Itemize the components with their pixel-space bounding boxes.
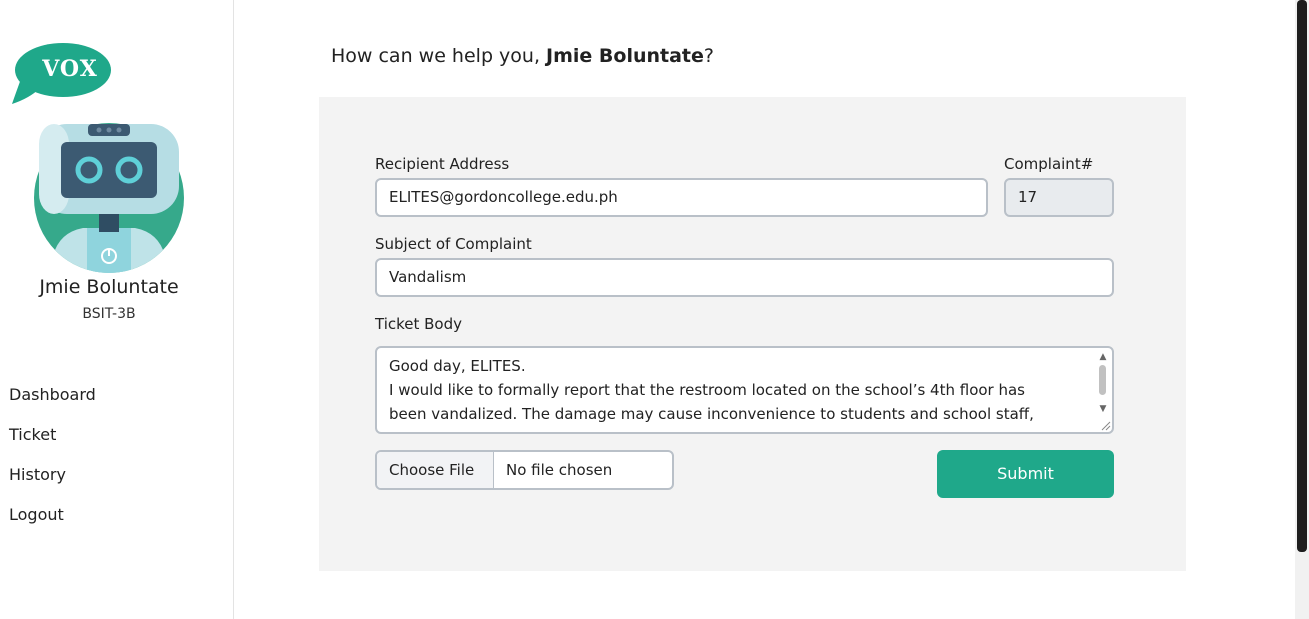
subject-label: Subject of Complaint: [375, 235, 532, 253]
greeting-suffix: ?: [703, 45, 714, 67]
recipient-label: Recipient Address: [375, 155, 510, 173]
greeting-prefix: How can we help you,: [331, 45, 547, 67]
ticket-body-line: I would like to formally report that the…: [389, 381, 1025, 399]
textarea-scroll-thumb[interactable]: [1099, 365, 1106, 395]
ticket-body-line: Good day, ELITES.: [389, 357, 526, 375]
ticket-body-label: Ticket Body: [375, 315, 463, 333]
app-root: VOX Jmie Boluntate BSIT-3B Dashboard Tic…: [0, 0, 1309, 619]
sidebar: VOX Jmie Boluntate BSIT-3B Dashboard Tic…: [0, 0, 234, 619]
complaint-form: Recipient Address ELITES@gordoncollege.e…: [319, 97, 1186, 571]
sidebar-nav: Dashboard Ticket History Logout: [9, 384, 96, 544]
sidebar-item-ticket[interactable]: Ticket: [9, 424, 96, 464]
subject-input[interactable]: Vandalism: [375, 258, 1114, 297]
page-scroll-thumb[interactable]: [1297, 0, 1307, 552]
resize-grip-icon[interactable]: [1099, 419, 1111, 431]
vox-logo[interactable]: VOX: [10, 42, 114, 106]
ticket-body-textarea[interactable]: Good day, ELITES. I would like to formal…: [375, 346, 1114, 434]
page-greeting: How can we help you, Jmie Boluntate?: [331, 45, 714, 67]
user-section: BSIT-3B: [82, 306, 136, 322]
page-scrollbar[interactable]: [1295, 0, 1309, 619]
sidebar-item-dashboard[interactable]: Dashboard: [9, 384, 96, 424]
choose-file-button[interactable]: Choose File: [377, 452, 494, 488]
avatar: [33, 122, 185, 274]
complaint-number-label: Complaint#: [1004, 155, 1094, 173]
file-upload[interactable]: Choose File No file chosen: [375, 450, 674, 490]
sidebar-item-logout[interactable]: Logout: [9, 504, 96, 544]
greeting-name: Jmie Boluntate: [546, 45, 704, 67]
textarea-scrollbar[interactable]: ▲ ▼: [1096, 350, 1110, 430]
complaint-number-field: 17: [1004, 178, 1114, 217]
user-name: Jmie Boluntate: [39, 276, 179, 298]
scroll-up-arrow-icon[interactable]: ▲: [1096, 350, 1110, 364]
ticket-body-line: been vandalized. The damage may cause in…: [389, 405, 1034, 423]
logo-text: VOX: [42, 56, 98, 82]
sidebar-item-history[interactable]: History: [9, 464, 96, 504]
recipient-input[interactable]: ELITES@gordoncollege.edu.ph: [375, 178, 988, 217]
file-status: No file chosen: [506, 461, 613, 479]
robot-avatar-icon: [34, 123, 184, 273]
scroll-down-arrow-icon[interactable]: ▼: [1096, 402, 1110, 416]
submit-button[interactable]: Submit: [937, 450, 1114, 498]
